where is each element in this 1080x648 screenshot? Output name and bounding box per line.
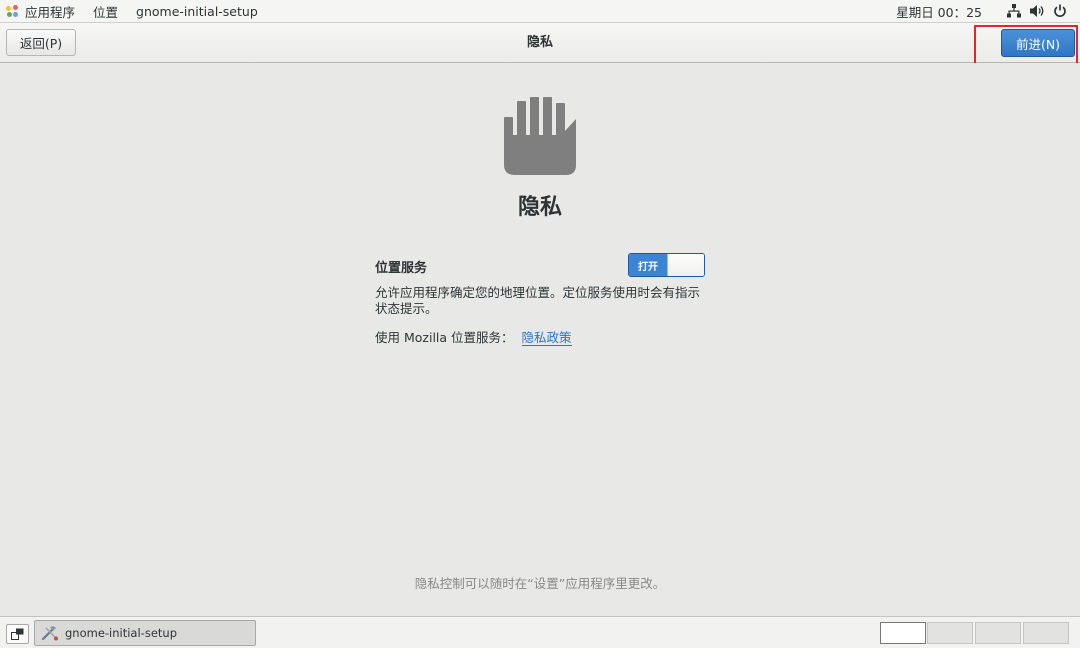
workspace-2[interactable] (927, 622, 973, 644)
location-services-section: 位置服务 打开 允许应用程序确定您的地理位置。定位服务使用时会有指示状态提示。 … (375, 253, 707, 346)
mozilla-service-line: 使用 Mozilla 位置服务： 隐私政策 (375, 327, 707, 346)
places-menu-label: 位置 (93, 4, 119, 20)
taskbar-window-label: gnome-initial-setup (65, 626, 177, 640)
mozilla-service-text: 使用 Mozilla 位置服务： (375, 330, 514, 345)
back-button[interactable]: 返回(P) (6, 29, 76, 56)
clock[interactable]: 星期日 00：25 (896, 2, 982, 21)
workspace-3[interactable] (975, 622, 1021, 644)
network-icon[interactable] (1004, 1, 1024, 21)
applications-menu[interactable]: 应用程序 (0, 0, 84, 22)
page-title: 隐私 (526, 35, 553, 50)
privacy-page: 隐私 位置服务 打开 允许应用程序确定您的地理位置。定位服务使用时会有指示状态提… (0, 63, 1080, 616)
tools-icon (41, 626, 58, 641)
taskbar-window-gnome-initial-setup[interactable]: gnome-initial-setup (34, 620, 256, 646)
switch-on-label: 打开 (629, 254, 667, 276)
privacy-policy-link[interactable]: 隐私政策 (521, 330, 572, 346)
page-heading: 隐私 (517, 195, 562, 220)
hand-icon (503, 97, 577, 175)
taskbar: gnome-initial-setup (0, 616, 1080, 648)
location-services-description: 允许应用程序确定您的地理位置。定位服务使用时会有指示状态提示。 (375, 285, 701, 316)
footer-note: 隐私控制可以随时在“设置”应用程序里更改。 (414, 576, 666, 591)
power-icon[interactable] (1050, 1, 1070, 21)
applications-menu-label: 应用程序 (25, 4, 76, 20)
places-menu[interactable]: 位置 (84, 0, 127, 22)
top-panel: 应用程序 位置 gnome-initial-setup 星期日 00：25 (0, 0, 1080, 23)
workspace-1[interactable] (880, 622, 926, 644)
workspace-4[interactable] (1023, 622, 1069, 644)
next-button[interactable]: 前进(N) (1001, 29, 1075, 57)
applications-icon (6, 4, 19, 18)
location-services-switch[interactable]: 打开 (628, 253, 705, 277)
header-bar: 返回(P) 隐私 前进(N) (0, 23, 1080, 63)
volume-icon[interactable] (1027, 1, 1047, 21)
app-menu[interactable]: gnome-initial-setup (127, 0, 267, 22)
show-desktop-button[interactable] (6, 624, 29, 644)
location-services-label: 位置服务 (375, 261, 428, 276)
switch-knob (667, 254, 704, 276)
show-desktop-icon (11, 628, 24, 640)
app-menu-label: gnome-initial-setup (136, 3, 258, 19)
